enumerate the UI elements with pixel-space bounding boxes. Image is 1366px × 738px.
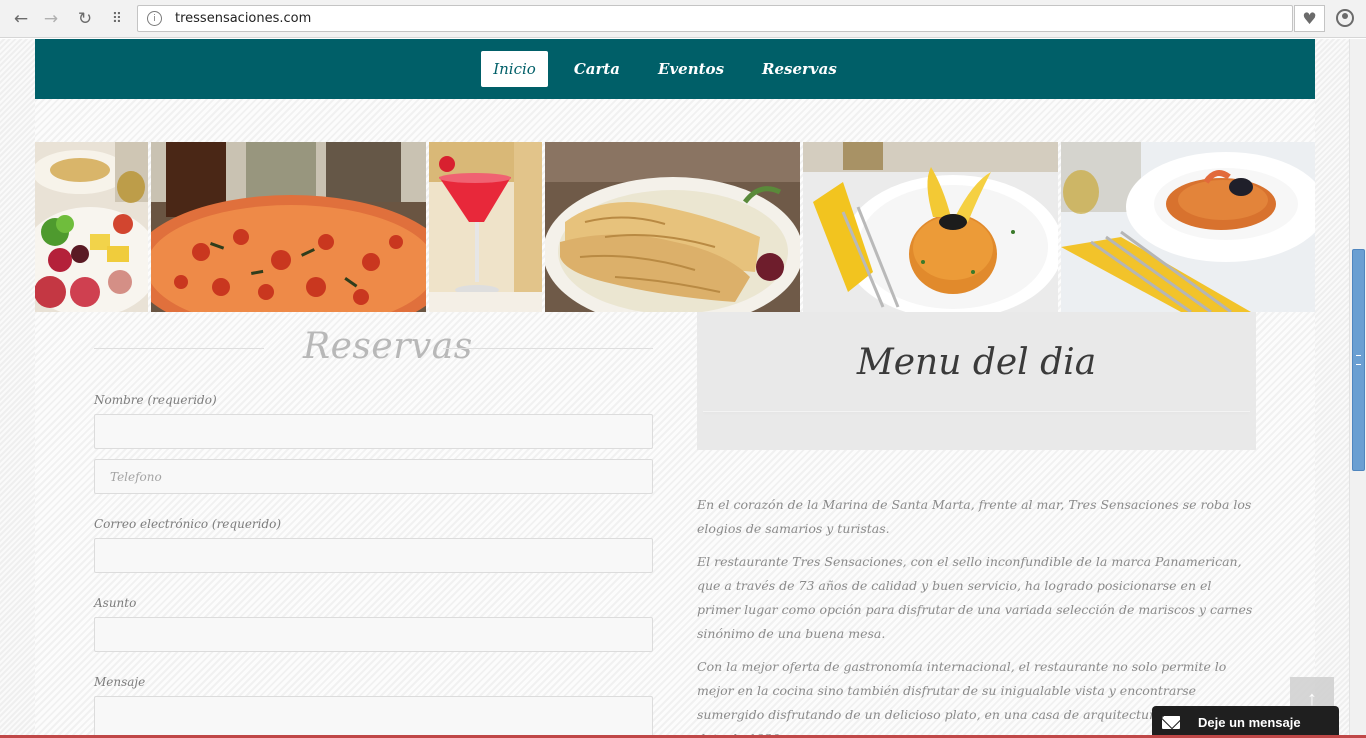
- photo-appetizer-platter[interactable]: [35, 142, 148, 312]
- heart-icon: ♥: [1302, 9, 1317, 28]
- scrollbar-thumb[interactable]: [1352, 249, 1365, 471]
- bookmark-heart-button[interactable]: ♥: [1294, 5, 1325, 32]
- photo-pizza[interactable]: [151, 142, 426, 312]
- browser-toolbar: ← → ↻ ⠿ i tressensaciones.com ♥: [0, 0, 1366, 38]
- phone-input[interactable]: [94, 459, 653, 494]
- address-bar[interactable]: i tressensaciones.com: [137, 5, 1293, 32]
- email-label: Correo electrónico (requerido): [94, 517, 282, 531]
- subject-input[interactable]: [94, 617, 653, 652]
- apps-grid-icon[interactable]: ⠿: [106, 8, 128, 30]
- menu-del-dia-panel: Menu del dia: [697, 312, 1256, 450]
- photo-cocktail[interactable]: [429, 142, 542, 312]
- site-navigation: Inicio Carta Eventos Reservas: [35, 39, 1315, 99]
- page-scrollbar[interactable]: [1349, 39, 1366, 738]
- message-label: Mensaje: [94, 675, 146, 689]
- envelope-icon: [1162, 715, 1180, 729]
- profile-icon[interactable]: [1336, 9, 1354, 27]
- nav-carta[interactable]: Carta: [562, 51, 632, 87]
- site-info-icon[interactable]: i: [147, 11, 162, 26]
- photo-seafood-paella[interactable]: [1061, 142, 1315, 312]
- about-restaurant: En el corazón de la Marina de Santa Mart…: [697, 493, 1256, 738]
- photo-rice-dish[interactable]: [803, 142, 1058, 312]
- forward-arrow-icon[interactable]: →: [40, 8, 62, 30]
- nav-inicio[interactable]: Inicio: [481, 51, 548, 87]
- photo-pastry[interactable]: [545, 142, 800, 312]
- name-input[interactable]: [94, 414, 653, 449]
- nav-eventos[interactable]: Eventos: [646, 51, 736, 87]
- email-input[interactable]: [94, 538, 653, 573]
- about-paragraph-2: El restaurante Tres Sensaciones, con el …: [697, 554, 1253, 641]
- reservation-form: Reservas Nombre (requerido) Correo elect…: [94, 324, 653, 738]
- form-title-divider: Reservas: [94, 324, 653, 374]
- about-paragraph-1: En el corazón de la Marina de Santa Mart…: [697, 497, 1252, 536]
- leave-message-chat-button[interactable]: Deje un mensaje: [1152, 706, 1339, 738]
- back-arrow-icon[interactable]: ←: [10, 8, 32, 30]
- message-textarea[interactable]: [94, 696, 653, 738]
- reload-icon[interactable]: ↻: [74, 8, 96, 30]
- name-label: Nombre (requerido): [94, 393, 217, 407]
- form-title: Reservas: [303, 326, 473, 367]
- nav-reservas[interactable]: Reservas: [750, 51, 849, 87]
- subject-label: Asunto: [94, 596, 137, 610]
- food-gallery: [35, 142, 1315, 312]
- address-url: tressensaciones.com: [175, 11, 312, 26]
- menu-del-dia-title: Menu del dia: [856, 342, 1097, 383]
- chat-label: Deje un mensaje: [1198, 714, 1301, 730]
- page-content: Inicio Carta Eventos Reservas Reservas N…: [35, 39, 1315, 738]
- page-viewport: Inicio Carta Eventos Reservas Reservas N…: [0, 39, 1366, 738]
